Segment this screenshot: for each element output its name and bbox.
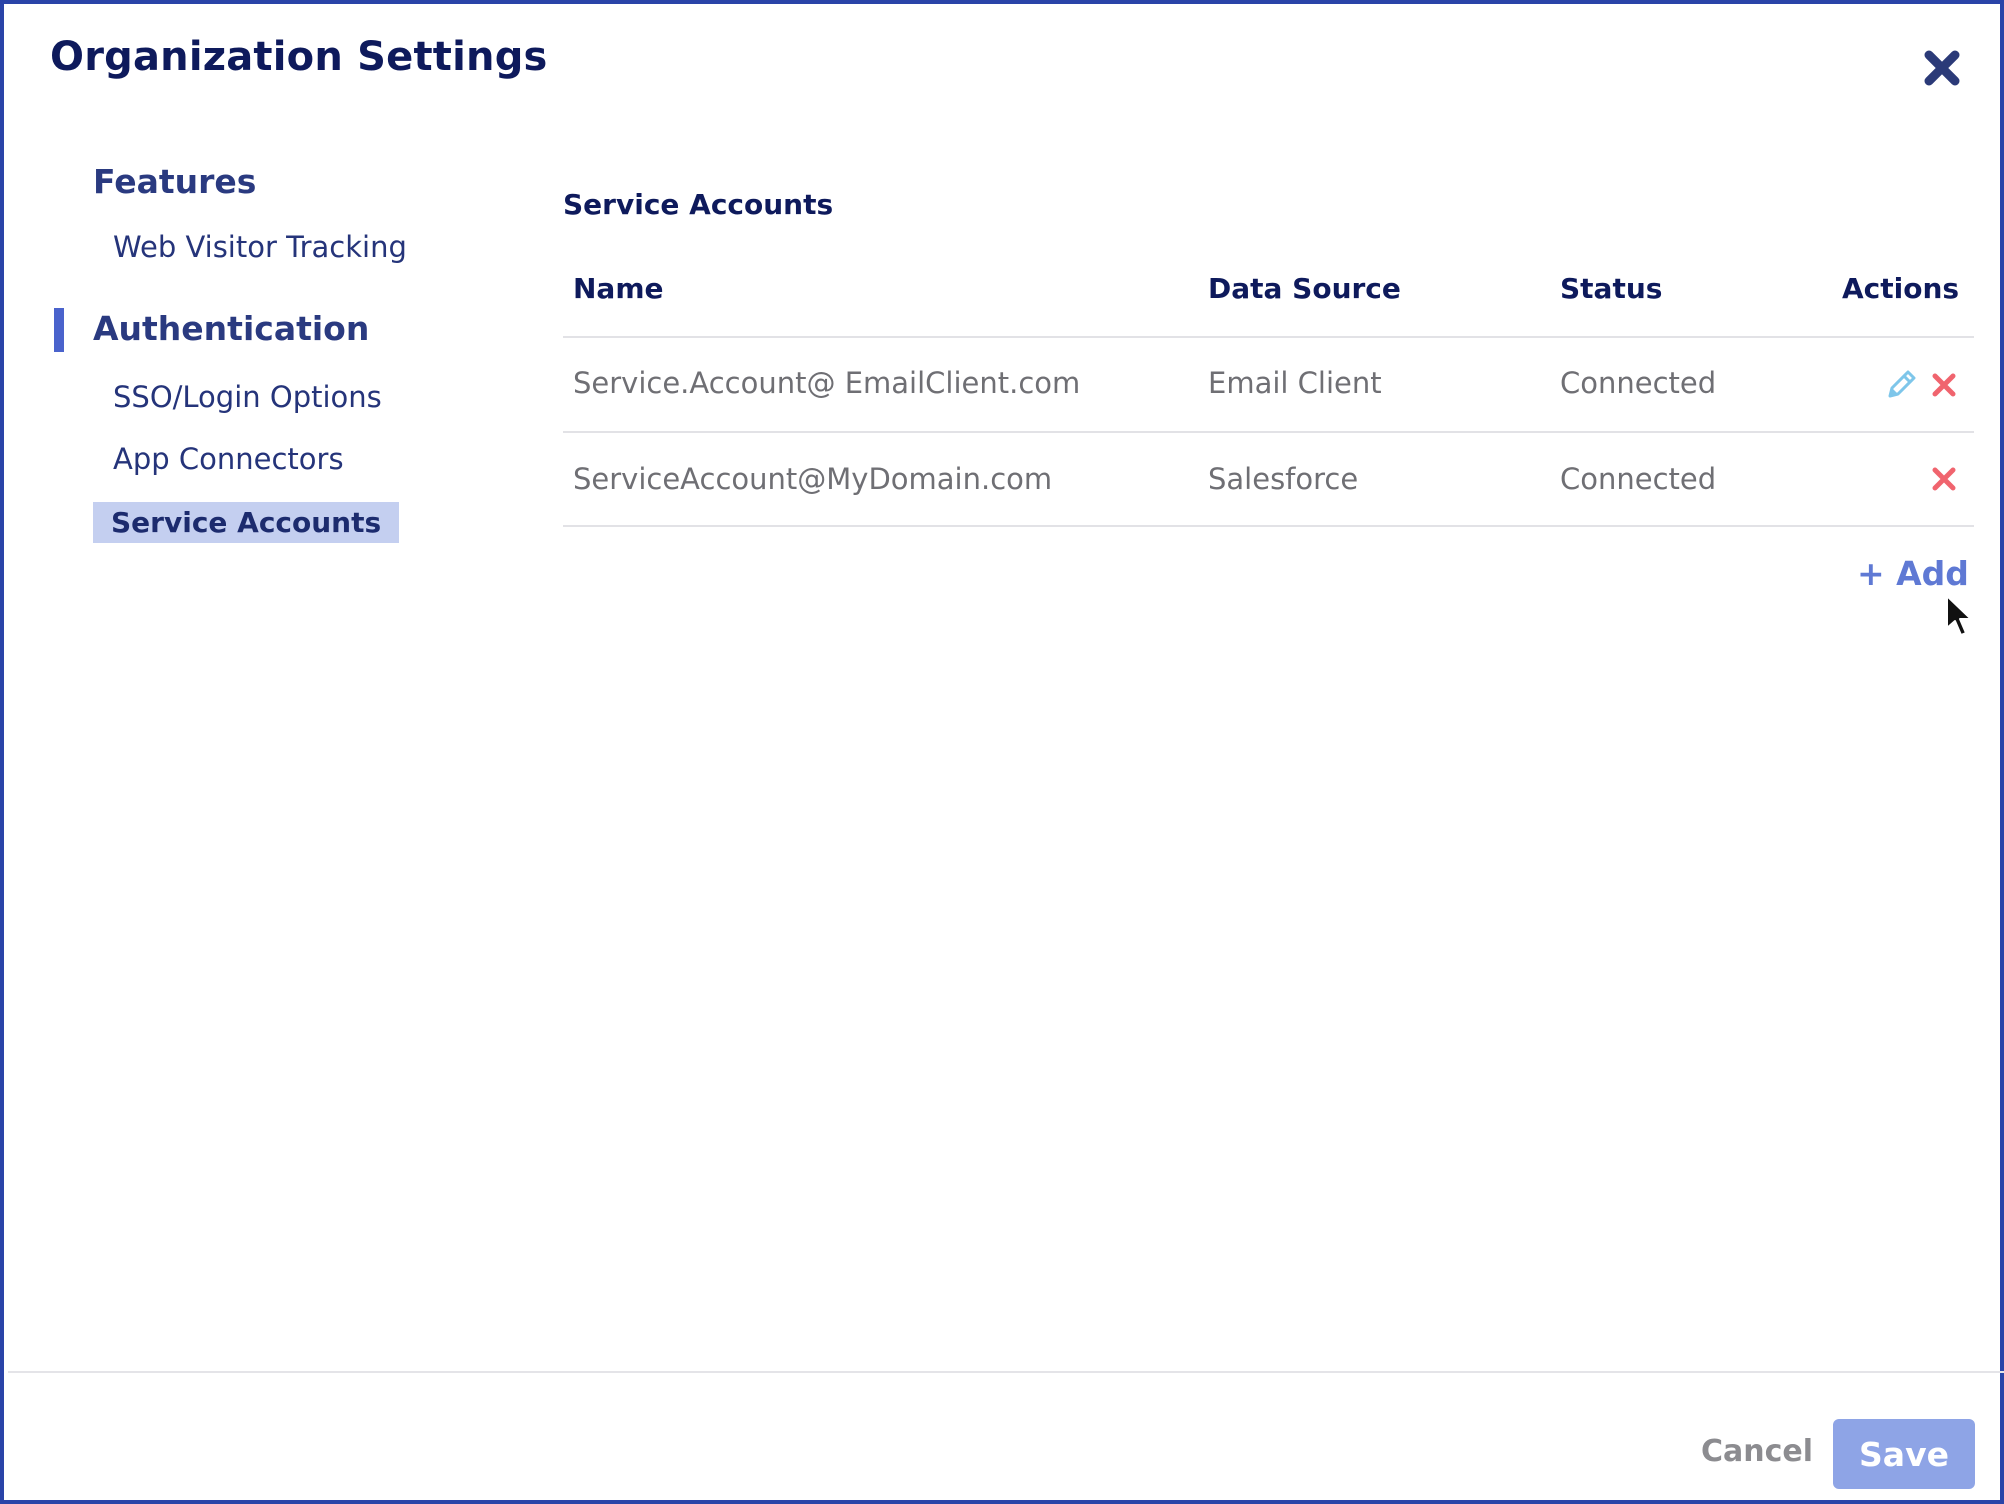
table-divider [563,525,1974,527]
cell-data-source: Email Client [1208,366,1382,400]
mouse-pointer-icon [1946,595,1972,636]
nav-group-features: Features [93,162,257,201]
cancel-button[interactable]: Cancel [1701,1434,1813,1469]
organization-settings-dialog: Organization Settings Features Web Visit… [0,0,2004,1504]
sidebar-item-app-connectors[interactable]: App Connectors [113,442,344,476]
section-title: Service Accounts [563,188,834,221]
pencil-icon [1888,370,1916,398]
x-icon [1932,467,1956,491]
add-service-account-button[interactable]: + Add [1857,554,1969,593]
table-divider [563,431,1974,433]
column-header-status: Status [1560,272,1663,305]
delete-button[interactable] [1930,371,1958,399]
column-header-data-source: Data Source [1208,272,1401,305]
cell-status: Connected [1560,366,1717,400]
sidebar-item-web-visitor-tracking[interactable]: Web Visitor Tracking [113,230,407,264]
cell-data-source: Salesforce [1208,462,1359,496]
nav-group-authentication: Authentication [93,309,370,348]
cell-name: Service.Account@ EmailClient.com [573,366,1081,400]
active-group-indicator [54,308,64,352]
close-button[interactable] [1922,48,1962,88]
x-icon [1932,373,1956,397]
sidebar-item-service-accounts[interactable]: Service Accounts [93,502,400,543]
save-button[interactable]: Save [1833,1419,1975,1489]
cell-name: ServiceAccount@MyDomain.com [573,462,1053,496]
edit-button[interactable] [1884,368,1918,402]
column-header-name: Name [573,272,664,305]
sidebar-item-sso-login-options[interactable]: SSO/Login Options [113,380,382,414]
delete-button[interactable] [1930,465,1958,493]
dialog-title: Organization Settings [50,34,548,80]
cell-status: Connected [1560,462,1717,496]
close-icon [1924,50,1960,86]
table-divider [563,336,1974,338]
column-header-actions: Actions [1842,272,1960,305]
footer-divider [8,1371,2004,1373]
